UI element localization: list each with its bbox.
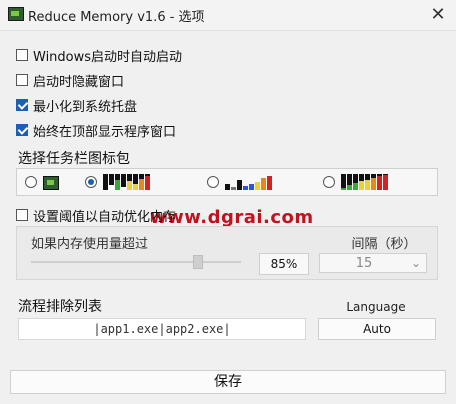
icon-pack-1-preview bbox=[43, 174, 59, 190]
icon-pack-2-preview bbox=[103, 174, 150, 190]
exclusion-list-input[interactable]: |app1.exe|app2.exe| bbox=[18, 318, 306, 340]
icon-pack-radio-2[interactable] bbox=[85, 176, 97, 188]
chip-icon bbox=[43, 176, 59, 190]
icon-pack-4-preview bbox=[341, 174, 388, 190]
language-button[interactable]: Auto bbox=[318, 318, 436, 340]
windows-startup-checkbox[interactable] bbox=[16, 49, 28, 61]
icon-pack-label: 选择任务栏图标包 bbox=[18, 151, 130, 167]
threshold-slider-thumb[interactable] bbox=[193, 255, 203, 269]
chevron-down-icon: ⌄ bbox=[410, 256, 421, 270]
threshold-value: 85% bbox=[259, 253, 309, 275]
always-on-top-option[interactable]: 始终在顶部显示程序窗口 bbox=[16, 121, 177, 140]
always-on-top-label: 始终在顶部显示程序窗口 bbox=[33, 124, 177, 140]
icon-pack-radio-3[interactable] bbox=[207, 176, 219, 188]
close-button[interactable]: ✕ bbox=[426, 4, 450, 26]
auto-optimize-group: 如果内存使用量超过 85% 间隔（秒） 15 ⌄ bbox=[16, 226, 438, 280]
hide-on-start-option[interactable]: 启动时隐藏窗口 bbox=[16, 71, 125, 90]
auto-optimize-option[interactable]: 设置阈值以自动优化内存 bbox=[16, 206, 177, 225]
threshold-slider-track[interactable] bbox=[31, 261, 241, 263]
auto-optimize-checkbox[interactable] bbox=[16, 209, 28, 221]
title-bar: Reduce Memory v1.6 - 选项 ✕ bbox=[0, 0, 456, 31]
app-icon bbox=[8, 7, 24, 21]
minimize-to-tray-option[interactable]: 最小化到系统托盘 bbox=[16, 96, 138, 115]
minimize-to-tray-checkbox[interactable] bbox=[16, 99, 28, 111]
save-button[interactable]: 保存 bbox=[10, 370, 446, 394]
hide-on-start-checkbox[interactable] bbox=[16, 74, 28, 86]
always-on-top-checkbox[interactable] bbox=[16, 124, 28, 136]
interval-value: 15 bbox=[355, 256, 373, 271]
windows-startup-option[interactable]: Windows启动时自动启动 bbox=[16, 46, 183, 65]
auto-optimize-label: 设置阈值以自动优化内存 bbox=[33, 209, 177, 225]
windows-startup-label: Windows启动时自动启动 bbox=[33, 49, 183, 65]
language-label: Language bbox=[346, 300, 406, 314]
icon-pack-3-preview bbox=[225, 174, 272, 190]
minimize-to-tray-label: 最小化到系统托盘 bbox=[33, 99, 138, 115]
exclusion-list-label: 流程排除列表 bbox=[18, 299, 102, 315]
icon-pack-radio-1[interactable] bbox=[25, 176, 37, 188]
interval-select[interactable]: 15 ⌄ bbox=[319, 253, 427, 273]
icon-pack-selector bbox=[16, 168, 438, 196]
hide-on-start-label: 启动时隐藏窗口 bbox=[33, 74, 125, 90]
window-title: Reduce Memory v1.6 - 选项 bbox=[28, 10, 205, 25]
interval-label: 间隔（秒） bbox=[351, 237, 417, 252]
icon-pack-radio-4[interactable] bbox=[323, 176, 335, 188]
threshold-label: 如果内存使用量超过 bbox=[31, 237, 149, 252]
